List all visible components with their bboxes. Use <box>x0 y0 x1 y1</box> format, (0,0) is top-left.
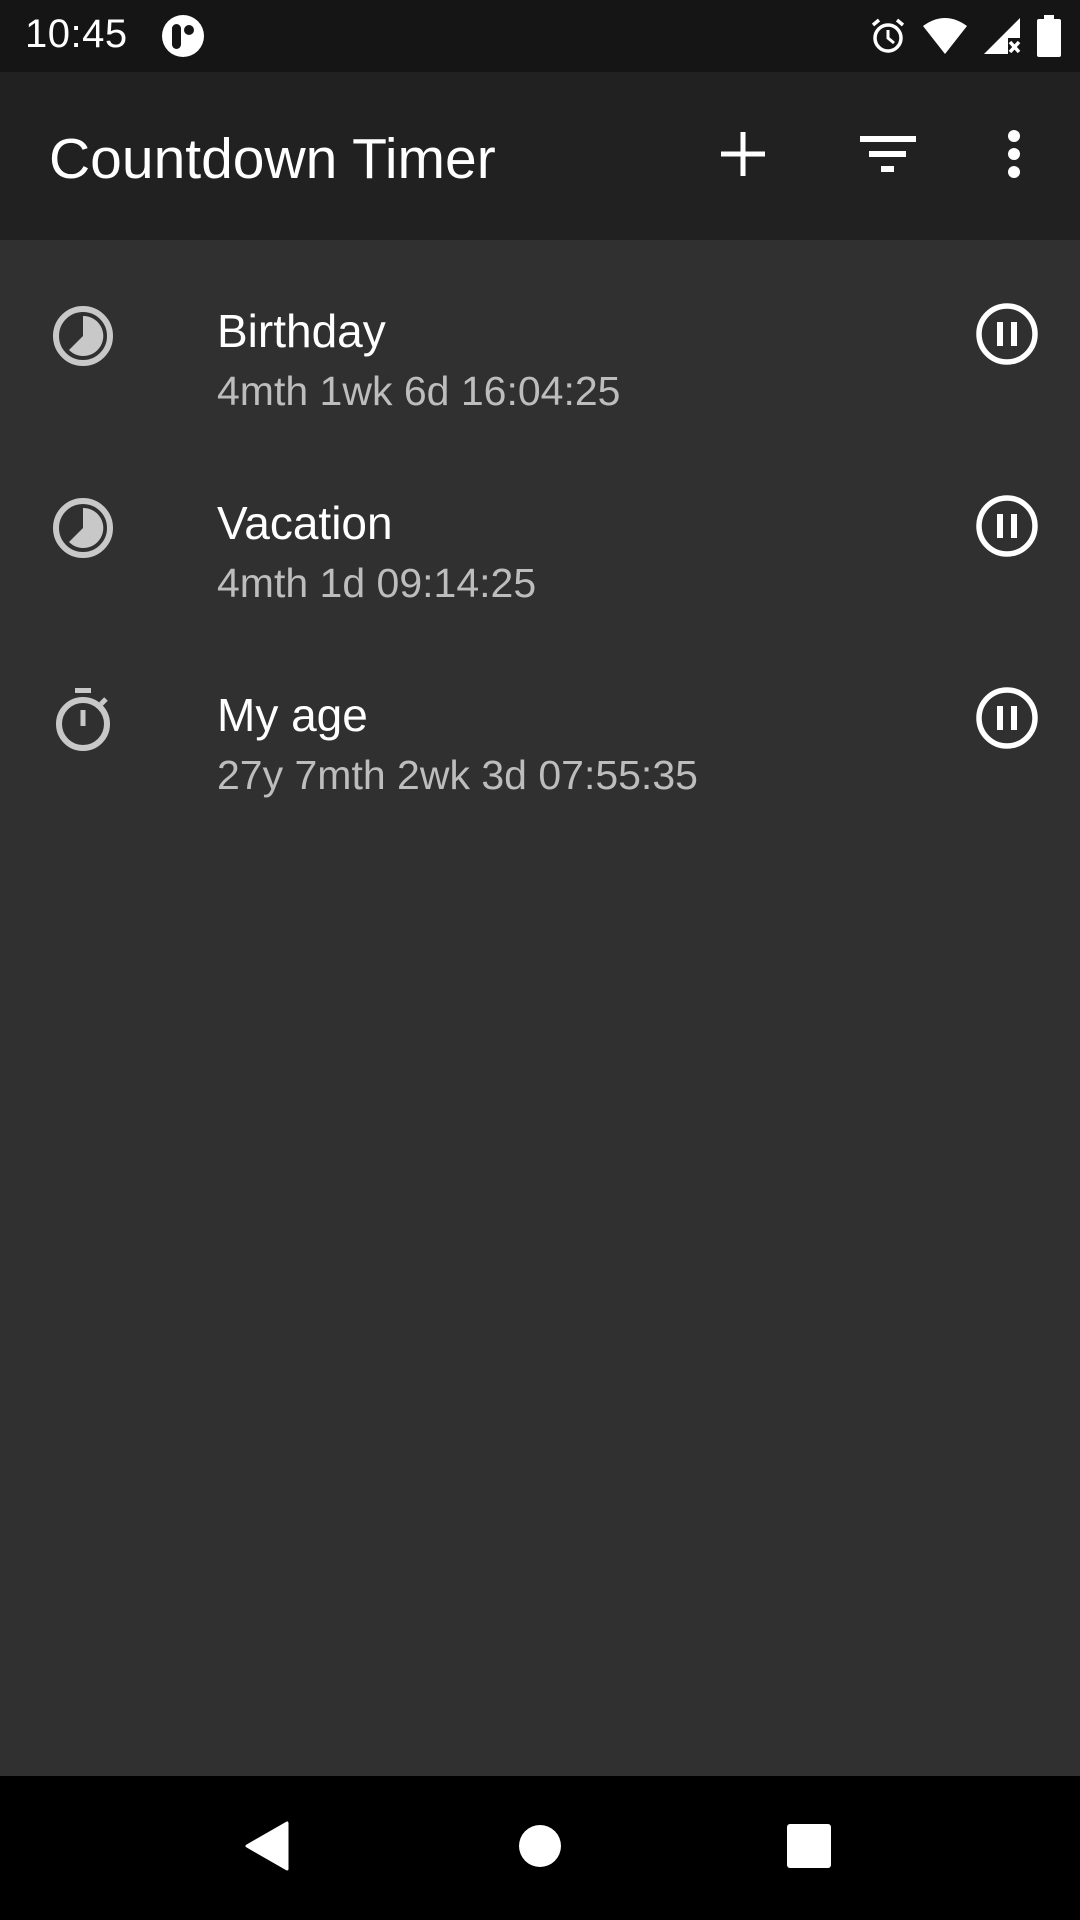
back-triangle-icon <box>245 1821 289 1876</box>
wifi-icon <box>922 16 968 56</box>
back-button[interactable] <box>227 1808 307 1888</box>
pause-circle-icon <box>975 494 1039 563</box>
recents-button[interactable] <box>769 1808 849 1888</box>
filter-icon <box>860 134 916 179</box>
more-vert-icon <box>1007 129 1021 184</box>
timer-remaining: 4mth 1wk 6d 16:04:25 <box>217 368 621 414</box>
home-button[interactable] <box>500 1808 580 1888</box>
pause-circle-icon <box>975 302 1039 371</box>
plus-icon <box>721 131 765 181</box>
cell-signal-no-data-icon <box>982 16 1022 56</box>
more-options-button[interactable] <box>974 116 1054 196</box>
pause-button[interactable] <box>967 296 1047 376</box>
timer-title: Birthday <box>217 305 386 357</box>
app-title: Countdown Timer <box>49 127 496 191</box>
app-bar: Countdown Timer <box>0 72 1080 240</box>
timer-title: My age <box>217 689 368 741</box>
sort-filter-button[interactable] <box>848 116 928 196</box>
countdown-clock-icon <box>51 496 115 560</box>
timer-row-birthday[interactable]: Birthday 4mth 1wk 6d 16:04:25 <box>0 240 1080 432</box>
pause-circle-icon <box>975 686 1039 755</box>
status-icons <box>868 14 1062 58</box>
timer-row-my-age[interactable]: My age 27y 7mth 2wk 3d 07:55:35 <box>0 624 1080 816</box>
home-circle-icon <box>518 1824 562 1873</box>
status-bar: 10:45 <box>0 0 1080 72</box>
pause-button[interactable] <box>967 680 1047 760</box>
alarm-icon <box>868 16 908 56</box>
stopwatch-icon <box>51 688 115 752</box>
recents-square-icon <box>786 1823 832 1874</box>
timer-title: Vacation <box>217 497 393 549</box>
status-time: 10:45 <box>25 12 128 56</box>
timer-row-vacation[interactable]: Vacation 4mth 1d 09:14:25 <box>0 432 1080 624</box>
add-timer-button[interactable] <box>703 116 783 196</box>
app-notification-icon <box>161 14 205 58</box>
timer-remaining: 27y 7mth 2wk 3d 07:55:35 <box>217 752 698 798</box>
battery-icon <box>1036 15 1062 57</box>
timer-remaining: 4mth 1d 09:14:25 <box>217 560 537 606</box>
countdown-clock-icon <box>51 304 115 368</box>
system-nav-bar <box>0 1776 1080 1920</box>
pause-button[interactable] <box>967 488 1047 568</box>
